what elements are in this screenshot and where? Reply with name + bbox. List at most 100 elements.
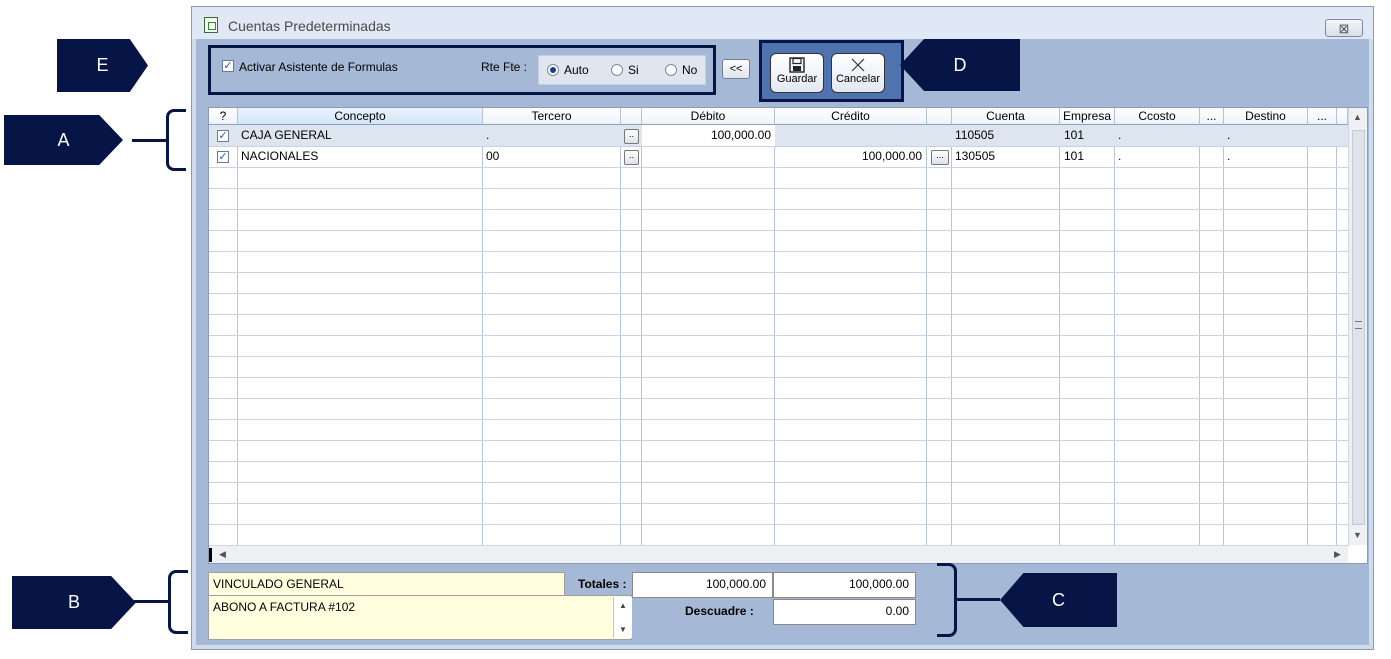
cell-concepto[interactable]: NACIONALES	[241, 146, 318, 166]
col-header-debito[interactable]: Débito	[642, 108, 775, 125]
abono-scrollbar[interactable]: ▲ ▼	[613, 597, 632, 638]
radio-si[interactable]	[611, 64, 623, 76]
grid-line	[209, 377, 1349, 378]
col-header-destino-more[interactable]: ...	[1308, 108, 1337, 125]
callout-d: D	[900, 39, 1020, 91]
col-header-ccosto[interactable]: Ccosto	[1115, 108, 1200, 125]
grid-line	[209, 461, 1349, 462]
col-header-empresa[interactable]: Empresa	[1060, 108, 1115, 125]
vertical-scrollbar[interactable]: ▲ ▼	[1348, 108, 1367, 545]
grid-line	[209, 503, 1349, 504]
credito-ellipsis-button[interactable]: ...	[931, 150, 949, 165]
cancel-x-icon	[850, 57, 866, 73]
window-title: Cuentas Predeterminadas	[228, 18, 391, 34]
cell-debito[interactable]: 100,000.00	[645, 125, 771, 145]
grid-line	[209, 314, 1349, 315]
col-header-credito[interactable]: Crédito	[775, 108, 927, 125]
options-toolbar: ✓ Activar Asistente de Formulas Rte Fte …	[208, 45, 716, 95]
cell-debito[interactable]	[645, 146, 771, 166]
grid-line	[209, 293, 1349, 294]
title-bar: Cuentas Predeterminadas ⊠	[192, 7, 1373, 39]
cancelar-button[interactable]: Cancelar	[831, 53, 885, 93]
grid-line	[209, 272, 1349, 273]
row-check[interactable]: ✓	[217, 130, 229, 142]
scroll-left-icon[interactable]: ◀	[219, 549, 226, 560]
descuadre-field: 0.00	[773, 599, 916, 625]
tercero-ellipsis-button[interactable]: ..	[624, 150, 639, 165]
col-header-filler	[1337, 108, 1348, 125]
cell-cuenta[interactable]: 110505	[955, 125, 994, 145]
grid-line	[209, 188, 1349, 189]
total-credito-field: 100,000.00	[773, 572, 916, 598]
cell-credito[interactable]: 100,000.00	[778, 146, 922, 166]
cell-destino[interactable]: .	[1227, 146, 1230, 166]
bracket-c-stem	[955, 598, 1000, 601]
radio-no[interactable]	[665, 64, 677, 76]
cell-ccosto[interactable]: .	[1118, 125, 1121, 145]
scroll-right-icon[interactable]: ▶	[1334, 549, 1341, 560]
col-header-ccosto-more[interactable]: ...	[1200, 108, 1224, 125]
scroll-up-icon[interactable]: ▲	[619, 601, 627, 610]
guardar-button[interactable]: Guardar	[770, 53, 824, 93]
grid-line	[209, 356, 1349, 357]
asistente-checkbox[interactable]: ✓	[222, 60, 234, 72]
grid-line	[209, 440, 1349, 441]
window-app-icon	[204, 17, 218, 33]
grid-line	[209, 419, 1349, 420]
scroll-down-icon[interactable]: ▼	[1353, 530, 1362, 540]
cell-empresa[interactable]: 101	[1064, 125, 1084, 145]
radio-no-label: No	[682, 63, 698, 77]
cuentas-grid[interactable]: ? Concepto Tercero Débito Crédito Cuenta…	[208, 107, 1368, 564]
close-button[interactable]: ⊠	[1325, 19, 1363, 37]
grip-icon	[1355, 321, 1362, 329]
abono-text: ABONO A FACTURA #102	[213, 600, 356, 614]
bracket-b-stem	[134, 600, 170, 603]
horizontal-scrollbar[interactable]: ◀ ▶	[209, 545, 1348, 563]
callout-a: A	[4, 115, 123, 165]
cancelar-label: Cancelar	[835, 73, 881, 85]
col-header-check[interactable]: ?	[209, 108, 238, 125]
client-area: ✓ Activar Asistente de Formulas Rte Fte …	[196, 39, 1369, 645]
action-buttons-box: Guardar Cancelar	[759, 40, 904, 102]
cell-tercero[interactable]: 00	[486, 146, 499, 166]
scroll-up-icon[interactable]: ▲	[1353, 112, 1362, 122]
scroll-down-icon[interactable]: ▼	[619, 625, 627, 634]
cell-ccosto[interactable]: .	[1118, 146, 1121, 166]
col-header-tercero-btn[interactable]	[621, 108, 642, 125]
col-header-credito-btn[interactable]	[927, 108, 952, 125]
asistente-label: Activar Asistente de Formulas	[239, 60, 398, 74]
grid-line	[209, 209, 1349, 210]
radio-auto[interactable]	[547, 64, 559, 76]
cell-cuenta[interactable]: 130505	[955, 146, 995, 166]
callout-e: E	[57, 39, 148, 92]
col-header-destino[interactable]: Destino	[1224, 108, 1308, 125]
bracket-a	[166, 109, 186, 171]
scroll-edge-marker	[209, 548, 212, 562]
tercero-ellipsis-button[interactable]: ..	[624, 129, 639, 144]
rte-fte-label: Rte Fte :	[481, 60, 528, 74]
abono-textarea[interactable]: ABONO A FACTURA #102 ▲ ▼	[208, 595, 632, 640]
descuadre-label: Descuadre :	[685, 604, 754, 618]
collapse-button[interactable]: <<	[722, 59, 750, 79]
cell-empresa[interactable]: 101	[1064, 146, 1084, 166]
bracket-c	[937, 563, 957, 637]
cell-destino[interactable]: .	[1227, 125, 1230, 145]
cuentas-window: Cuentas Predeterminadas ⊠ ✓ Activar Asis…	[191, 6, 1374, 650]
grid-line	[209, 230, 1349, 231]
col-header-concepto[interactable]: Concepto	[238, 108, 483, 125]
cell-tercero[interactable]: .	[486, 125, 489, 145]
bracket-b	[168, 570, 188, 634]
scroll-thumb[interactable]	[1352, 130, 1365, 525]
totales-label: Totales :	[578, 577, 627, 591]
radio-auto-label: Auto	[564, 63, 589, 77]
grid-line	[209, 524, 1349, 525]
col-header-tercero[interactable]: Tercero	[483, 108, 621, 125]
cell-credito[interactable]	[778, 125, 922, 145]
col-header-cuenta[interactable]: Cuenta	[952, 108, 1060, 125]
cell-concepto[interactable]: CAJA GENERAL	[241, 125, 332, 145]
grid-line	[209, 398, 1349, 399]
rte-fte-radio-group: Auto Si No	[538, 55, 706, 85]
floppy-disk-icon	[789, 57, 805, 73]
callout-b: B	[12, 576, 136, 629]
row-check[interactable]: ✓	[217, 151, 229, 163]
